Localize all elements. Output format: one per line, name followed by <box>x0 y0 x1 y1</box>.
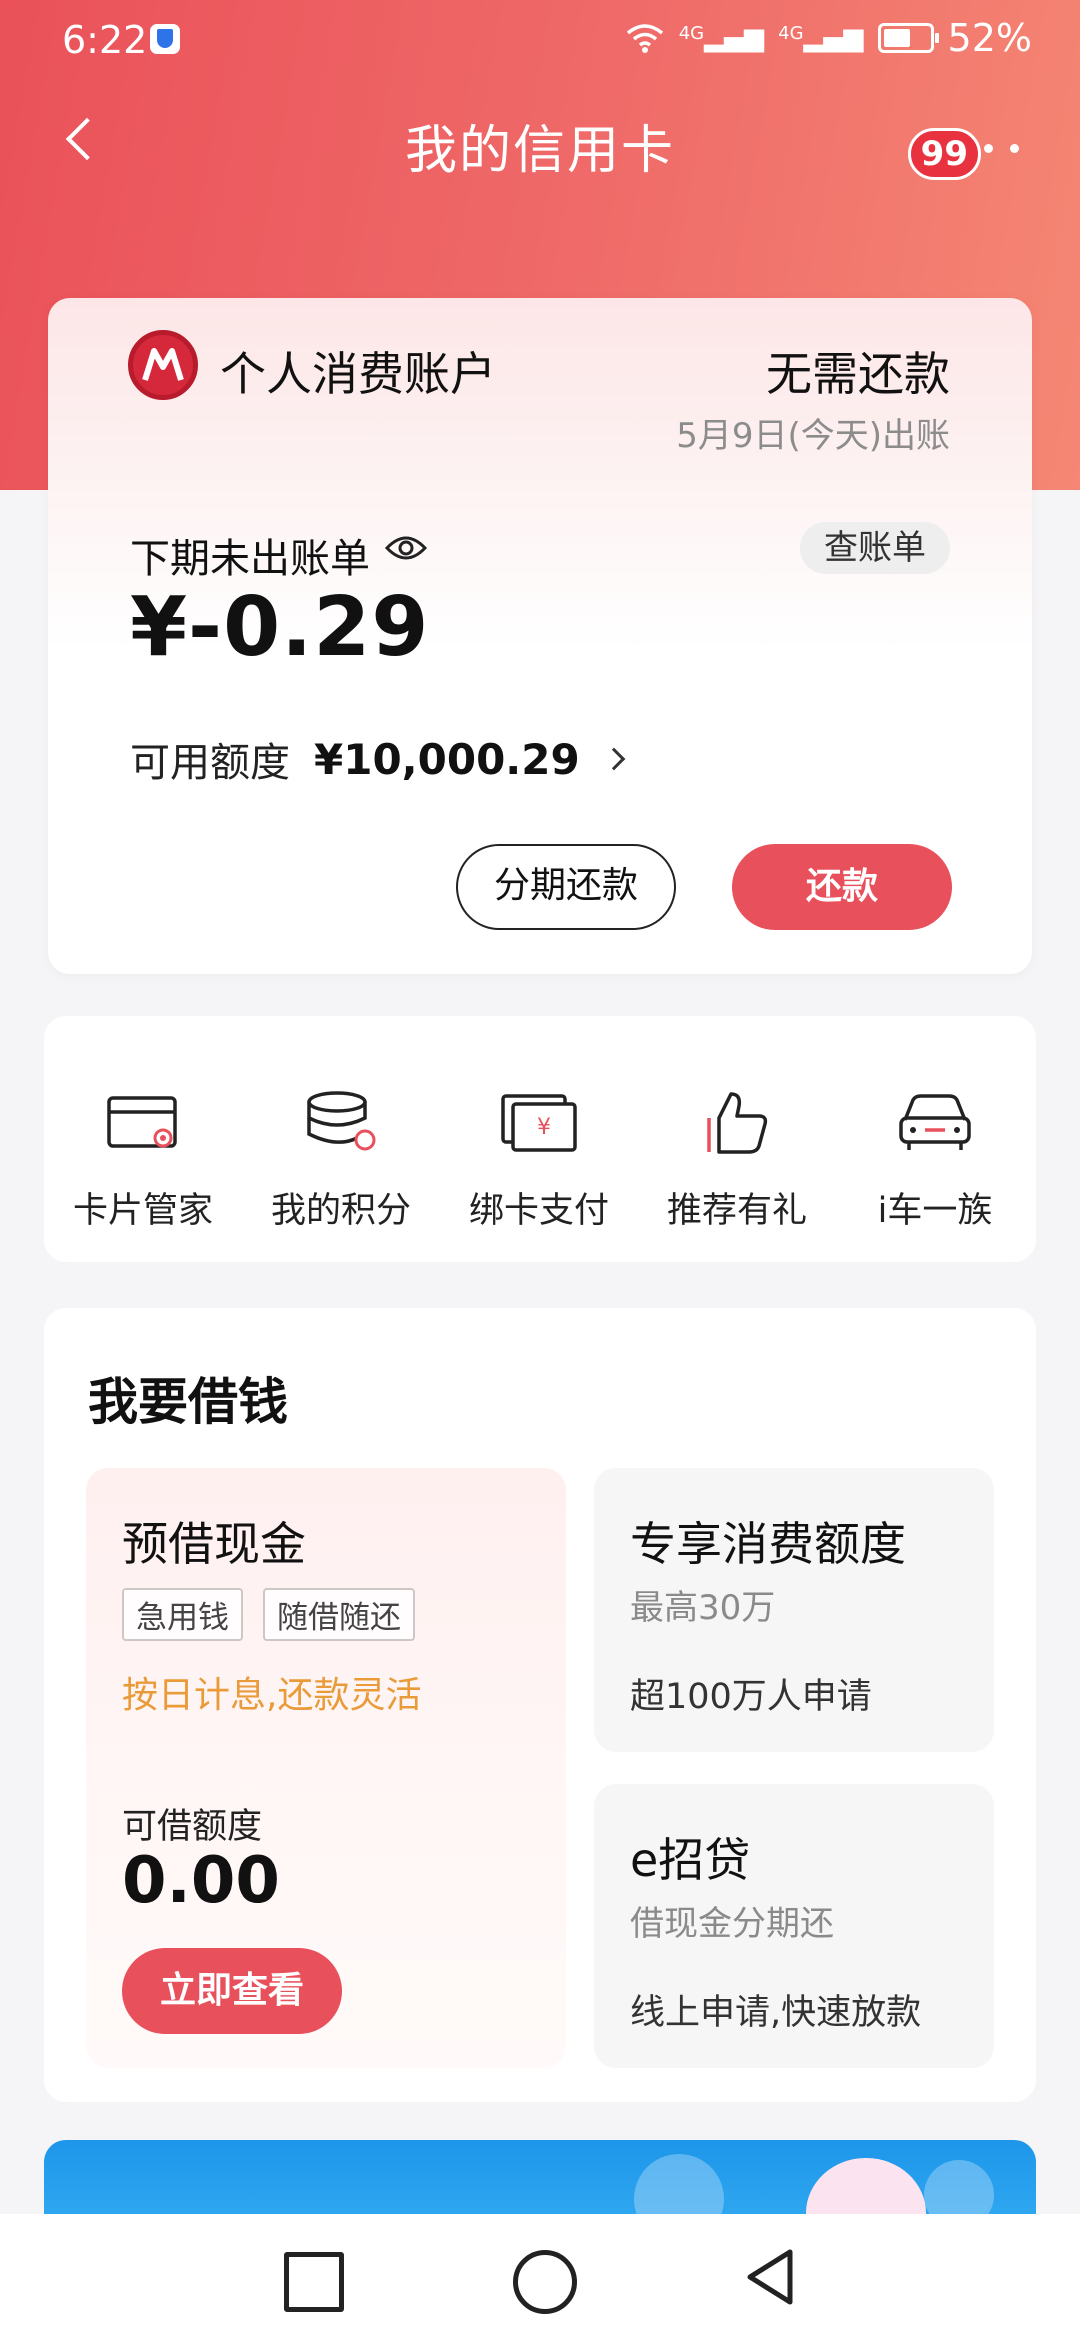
eloan-desc: 线上申请,快速放款 <box>630 1993 922 2033</box>
loan-limit-label: 可借额度 <box>122 1807 263 1847</box>
repay-status: 无需还款 <box>766 347 950 401</box>
card-manager-icon <box>107 1096 177 1148</box>
consumption-credit-title: 专享消费额度 <box>630 1517 906 1571</box>
credit-value: ¥10,000.29 <box>314 734 580 784</box>
statement-button[interactable]: 查账单 <box>800 522 950 574</box>
wifi-icon <box>626 24 663 53</box>
battery-icon <box>877 23 939 53</box>
eloan-panel[interactable]: e招贷 借现金分期还 线上申请,快速放款 <box>594 1784 994 2068</box>
tag-row: 急用钱 随借随还 <box>122 1588 415 1641</box>
more-dot-icon <box>1010 144 1019 153</box>
notification-badge: 99 <box>907 128 981 180</box>
repay-button[interactable]: 还款 <box>732 844 952 930</box>
unbilled-label: 下期未出账单 <box>130 536 370 582</box>
back-triangle-icon[interactable] <box>738 2244 804 2310</box>
points-icon <box>307 1091 376 1151</box>
quick-action-label: 推荐有礼 <box>666 1191 807 1231</box>
eloan-subtitle: 借现金分期还 <box>630 1904 834 1944</box>
thumbs-up-icon <box>707 1092 768 1154</box>
tag: 随借随还 <box>263 1588 415 1641</box>
status-indicators: 4G▂▄▆ 4G▂▄▆ 52% <box>625 16 1032 60</box>
cash-advance-panel[interactable]: 预借现金 急用钱 随借随还 按日计息,还款灵活 可借额度 0.00 立即查看 <box>86 1468 566 2068</box>
home-icon[interactable] <box>507 2244 577 2314</box>
nav-bar: 我的信用卡 99 <box>0 90 1080 190</box>
bind-card-pay-icon: ¥ <box>501 1094 577 1152</box>
account-card: 个人消费账户 无需还款 5月9日(今天)出账 下期未出账单 查账单 ¥-0.29… <box>48 298 1032 974</box>
status-time: 6:22 <box>62 18 148 62</box>
cash-advance-title: 预借现金 <box>122 1517 306 1571</box>
system-navigation-bar <box>0 2214 1080 2340</box>
eloan-title: e招贷 <box>630 1833 751 1887</box>
tag: 急用钱 <box>122 1588 243 1641</box>
installment-repay-button[interactable]: 分期还款 <box>456 844 676 930</box>
loan-limit-value: 0.00 <box>122 1844 280 1918</box>
quick-action-referral[interactable]: 推荐有礼 <box>638 1016 836 1262</box>
signal-icon-2: 4G▂▄▆ <box>778 23 864 53</box>
more-dot-icon <box>984 144 993 153</box>
signal-icon: 4G▂▄▆ <box>678 23 765 53</box>
status-bar: 6:22 4G▂▄▆ 4G▂▄▆ 52% <box>0 0 1080 80</box>
borrow-section: 我要借钱 预借现金 急用钱 随借随还 按日计息,还款灵活 可借额度 0.00 立… <box>44 1308 1036 2102</box>
svg-text:¥: ¥ <box>537 1115 551 1140</box>
quick-action-label: i车一族 <box>877 1191 993 1231</box>
account-name: 个人消费账户 <box>220 347 496 401</box>
quick-action-label: 卡片管家 <box>72 1191 213 1231</box>
available-credit-row[interactable]: 可用额度 ¥10,000.29 <box>130 730 626 788</box>
bill-date: 5月9日(今天)出账 <box>676 416 950 456</box>
quick-action-bind-card-pay[interactable]: ¥ 绑卡支付 <box>440 1016 638 1262</box>
view-now-button[interactable]: 立即查看 <box>122 1948 342 2034</box>
car-icon <box>899 1094 971 1150</box>
quick-action-label: 我的积分 <box>270 1191 411 1231</box>
quick-action-points[interactable]: 我的积分 <box>242 1016 440 1262</box>
quick-action-car-club[interactable]: i车一族 <box>836 1016 1034 1262</box>
bank-logo-icon <box>128 330 198 400</box>
section-title: 我要借钱 <box>88 1373 288 1431</box>
recent-apps-icon[interactable] <box>276 2244 344 2312</box>
credit-label: 可用额度 <box>130 740 290 786</box>
battery-percent: 52% <box>947 16 1032 60</box>
consumption-credit-panel[interactable]: 专享消费额度 最高30万 超100万人申请 <box>594 1468 994 1752</box>
cash-advance-slogan: 按日计息,还款灵活 <box>122 1675 422 1716</box>
consumption-credit-desc: 超100万人申请 <box>630 1677 872 1717</box>
more-button[interactable]: 99 <box>907 128 1024 180</box>
eye-icon[interactable] <box>384 531 428 565</box>
chevron-right-icon <box>602 747 626 771</box>
quick-actions: 卡片管家 我的积分 ¥ 绑卡支付 推荐有礼 i车一族 <box>44 1016 1036 1262</box>
security-shield-icon <box>150 24 180 54</box>
quick-action-card-manager[interactable]: 卡片管家 <box>44 1016 242 1262</box>
balance-amount: ¥-0.29 <box>130 580 430 675</box>
consumption-credit-subtitle: 最高30万 <box>630 1588 776 1628</box>
quick-action-label: 绑卡支付 <box>468 1191 609 1231</box>
